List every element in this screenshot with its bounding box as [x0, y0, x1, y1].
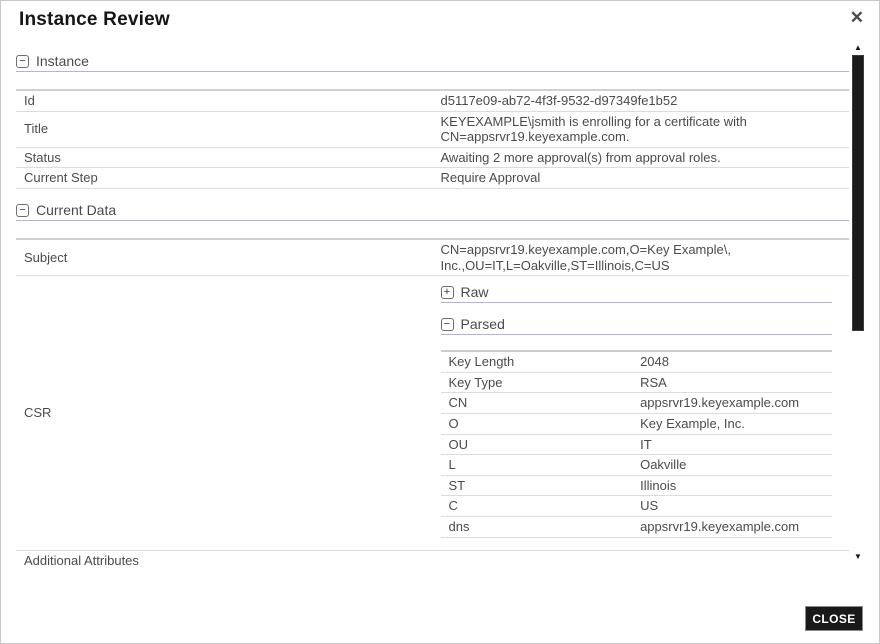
field-value: RSA [632, 372, 831, 393]
field-label: CN [441, 393, 633, 414]
table-row: O Key Example, Inc. [441, 413, 832, 434]
section-label: Instance [36, 53, 89, 70]
section-label: Current Data [36, 202, 116, 219]
field-label: ST [441, 475, 633, 496]
field-label: OU [441, 434, 633, 455]
csr-value-cell: + Raw − Parsed K [433, 276, 850, 550]
field-label: Id [16, 90, 433, 111]
section-label: Raw [461, 284, 489, 301]
scroll-up-arrow[interactable]: ▲ [851, 43, 865, 52]
section-header-parsed[interactable]: − Parsed [441, 316, 832, 335]
section-header-raw[interactable]: + Raw [441, 284, 832, 303]
table-row: Id d5117e09-ab72-4f3f-9532-d97349fe1b52 [16, 90, 849, 111]
page-title: Instance Review [19, 9, 170, 31]
field-label: C [441, 496, 633, 517]
field-label: Subject [16, 239, 433, 276]
field-value: Require Approval [433, 168, 850, 189]
collapse-icon[interactable]: − [16, 55, 29, 68]
section-header-current-data[interactable]: − Current Data [16, 202, 849, 221]
scrollbar[interactable]: ▲ ▼ [851, 43, 865, 563]
table-row: OU IT [441, 434, 832, 455]
table-row: Status Awaiting 2 more approval(s) from … [16, 147, 849, 168]
field-value: Illinois [632, 475, 831, 496]
field-value: 2048 [632, 351, 831, 372]
field-label: L [441, 455, 633, 476]
table-row: CN appsrvr19.keyexample.com [441, 393, 832, 414]
field-value: appsrvr19.keyexample.com [632, 393, 831, 414]
collapse-icon[interactable]: − [16, 204, 29, 217]
table-row-csr: CSR + Raw − Parsed [16, 276, 849, 550]
field-value: Awaiting 2 more approval(s) from approva… [433, 147, 850, 168]
field-label: Status [16, 147, 433, 168]
current-data-table: Subject CN=appsrvr19.keyexample.com,O=Ke… [16, 238, 849, 568]
close-icon[interactable]: ✕ [850, 8, 864, 28]
section-header-instance[interactable]: − Instance [16, 53, 849, 72]
table-row: ST Illinois [441, 475, 832, 496]
field-value: KEYEXAMPLE\jsmith is enrolling for a cer… [433, 111, 850, 147]
field-label: O [441, 413, 633, 434]
table-row: Title KEYEXAMPLE\jsmith is enrolling for… [16, 111, 849, 147]
scroll-down-arrow[interactable]: ▼ [851, 552, 865, 561]
field-value: d5117e09-ab72-4f3f-9532-d97349fe1b52 [433, 90, 850, 111]
dialog-footer: CLOSE [1, 595, 879, 643]
field-label: Key Type [441, 372, 633, 393]
table-row: C US [441, 496, 832, 517]
field-value: Oakville [632, 455, 831, 476]
instance-review-dialog: Instance Review ✕ − Instance Id d5117e09… [0, 0, 880, 644]
table-row-additional-attributes: Additional Attributes [16, 550, 849, 568]
dialog-header: Instance Review ✕ [1, 1, 879, 41]
dialog-body: − Instance Id d5117e09-ab72-4f3f-9532-d9… [1, 41, 853, 568]
table-row: dns appsrvr19.keyexample.com [441, 516, 832, 537]
table-row: Key Length 2048 [441, 351, 832, 372]
expand-icon[interactable]: + [441, 286, 454, 299]
field-value: IT [632, 434, 831, 455]
field-label: Additional Attributes [16, 550, 433, 568]
section-label: Parsed [461, 316, 505, 333]
field-value: appsrvr19.keyexample.com [632, 516, 831, 537]
parsed-csr-table: Key Length 2048 Key Type RSA [441, 350, 832, 537]
table-row: Key Type RSA [441, 372, 832, 393]
instance-table: Id d5117e09-ab72-4f3f-9532-d97349fe1b52 … [16, 89, 849, 189]
table-row: L Oakville [441, 455, 832, 476]
field-label: Title [16, 111, 433, 147]
field-label: CSR [16, 276, 433, 550]
field-value: Key Example, Inc. [632, 413, 831, 434]
field-label: dns [441, 516, 633, 537]
field-label: Current Step [16, 168, 433, 189]
field-value: US [632, 496, 831, 517]
scrollbar-thumb[interactable] [852, 55, 864, 331]
field-value [433, 550, 850, 568]
collapse-icon[interactable]: − [441, 318, 454, 331]
field-label: Key Length [441, 351, 633, 372]
field-value: CN=appsrvr19.keyexample.com,O=Key Exampl… [433, 239, 850, 276]
table-row: Subject CN=appsrvr19.keyexample.com,O=Ke… [16, 239, 849, 276]
close-button[interactable]: CLOSE [805, 606, 863, 631]
table-row: Current Step Require Approval [16, 168, 849, 189]
